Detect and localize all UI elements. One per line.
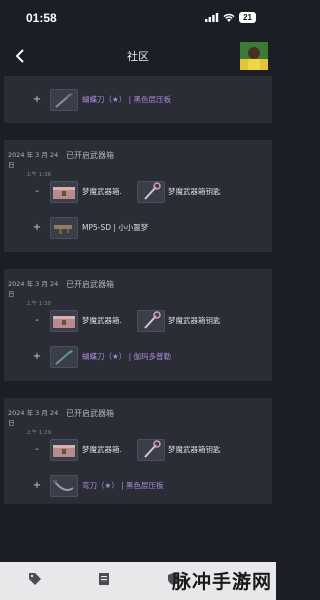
card-header: 2024 年 3 月 24 日 上午 1:36 已开启武器箱	[4, 140, 272, 178]
status-time: 01:58	[26, 11, 57, 25]
event-date: 2024 年 3 月 24 日	[8, 409, 59, 427]
case-thumbnail[interactable]	[50, 439, 78, 461]
consumed-items-row: - 梦魔武器箱. 梦魔武器箱钥匙	[4, 174, 272, 210]
signal-icon	[205, 13, 219, 22]
status-bar: 01:58 21	[0, 0, 276, 36]
key-thumbnail[interactable]	[137, 310, 165, 332]
consumed-key-label[interactable]: 梦魔武器箱钥匙	[168, 174, 221, 210]
wifi-icon	[223, 13, 235, 22]
received-item-row[interactable]: + 蝴蝶刀（★） | 黑色层压板	[4, 82, 272, 118]
card-header: 2024 年 3 月 24 日 上午 1:29 已开启武器箱	[4, 398, 272, 436]
history-card: 2024 年 3 月 24 日 上午 1:36 已开启武器箱 - 梦魔武器箱. …	[4, 140, 272, 253]
event-type: 已开启武器箱	[66, 151, 114, 160]
history-card: 2024 年 3 月 24 日 上午 1:29 已开启武器箱 - 梦魔武器箱. …	[4, 398, 272, 505]
item-thumbnail	[50, 89, 78, 111]
received-item-label: MP5-SD | 小小噩梦	[82, 223, 149, 232]
plus-sign: +	[32, 94, 42, 105]
received-item-row[interactable]: + 蝴蝶刀（★） | 伽玛多普勒	[4, 339, 272, 375]
history-card: + 蝴蝶刀（★） | 黑色层压板	[4, 76, 272, 124]
consumed-key-label[interactable]: 梦魔武器箱钥匙	[168, 303, 221, 339]
event-date: 2024 年 3 月 24 日	[8, 280, 59, 298]
received-item-label: 弯刀（★） | 黑色层压板	[82, 481, 164, 490]
event-date: 2024 年 3 月 24 日	[8, 151, 59, 169]
avatar[interactable]	[240, 42, 268, 70]
consumed-case-label[interactable]: 梦魔武器箱.	[82, 303, 122, 339]
consumed-case-label[interactable]: 梦魔武器箱.	[82, 432, 122, 468]
inventory-icon[interactable]	[94, 569, 114, 589]
card-header: 2024 年 3 月 24 日 上午 1:30 已开启武器箱	[4, 269, 272, 307]
history-card: 2024 年 3 月 24 日 上午 1:30 已开启武器箱 - 梦魔武器箱. …	[4, 269, 272, 382]
received-item-row[interactable]: + MP5-SD | 小小噩梦	[4, 210, 272, 246]
case-thumbnail[interactable]	[50, 181, 78, 203]
received-item-row[interactable]: + 弯刀（★） | 黑色层压板	[4, 468, 272, 504]
page-title: 社区	[127, 50, 149, 63]
avatar-image	[240, 42, 268, 70]
consumed-items-row: - 梦魔武器箱. 梦魔武器箱钥匙	[4, 432, 272, 468]
minus-sign: -	[35, 315, 39, 326]
site-watermark: 脉冲手游网	[171, 571, 272, 593]
case-thumbnail[interactable]	[50, 310, 78, 332]
event-type: 已开启武器箱	[66, 280, 114, 289]
received-item-label: 蝴蝶刀（★） | 伽玛多普勒	[82, 352, 172, 361]
minus-sign: -	[35, 186, 39, 197]
nav-bar: 社区	[0, 36, 276, 76]
key-thumbnail[interactable]	[137, 181, 165, 203]
history-feed: + 蝴蝶刀（★） | 黑色层压板 2024 年 3 月 24 日 上午 1:36…	[4, 76, 272, 505]
status-icons: 21	[205, 12, 256, 23]
consumed-items-row: - 梦魔武器箱. 梦魔武器箱钥匙	[4, 303, 272, 339]
item-thumbnail	[50, 217, 78, 239]
plus-sign: +	[32, 222, 42, 233]
consumed-case-label[interactable]: 梦魔武器箱.	[82, 174, 122, 210]
key-thumbnail[interactable]	[137, 439, 165, 461]
battery-indicator: 21	[239, 12, 256, 23]
plus-sign: +	[32, 480, 42, 491]
tag-icon[interactable]	[25, 569, 45, 589]
received-item-label: 蝴蝶刀（★） | 黑色层压板	[82, 95, 172, 104]
item-thumbnail	[50, 346, 78, 368]
minus-sign: -	[35, 444, 39, 455]
plus-sign: +	[32, 351, 42, 362]
item-thumbnail	[50, 475, 78, 497]
consumed-key-label[interactable]: 梦魔武器箱钥匙	[168, 432, 221, 468]
event-type: 已开启武器箱	[66, 409, 114, 418]
